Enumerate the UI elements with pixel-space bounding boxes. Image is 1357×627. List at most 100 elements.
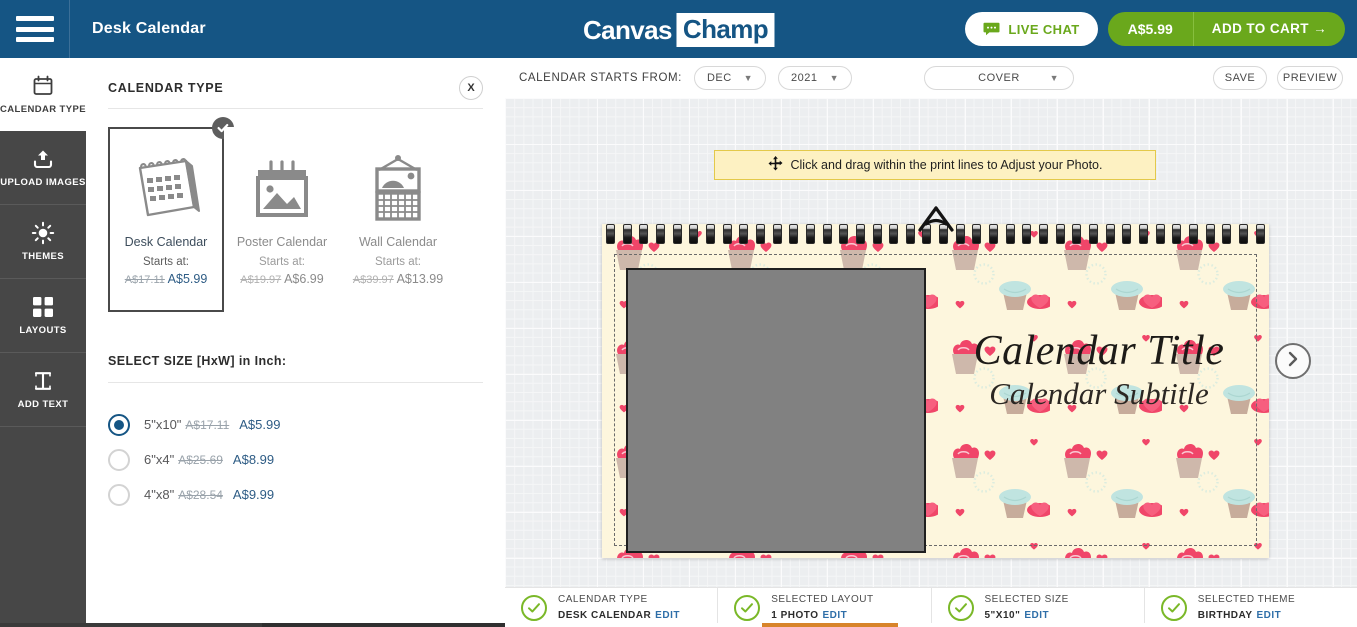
- edit-link[interactable]: EDIT: [1257, 610, 1282, 621]
- sidebar-item-themes[interactable]: THEMES: [0, 205, 86, 279]
- page-title: Desk Calendar: [92, 20, 206, 37]
- check-circle-icon: [947, 594, 974, 621]
- sidebar-item-label: ADD TEXT: [17, 399, 69, 411]
- status-text: CALENDAR TYPE DESK CALENDAR EDIT: [558, 593, 680, 623]
- calendar-text-block[interactable]: Calendar Title Calendar Subtitle: [934, 328, 1264, 412]
- live-chat-button[interactable]: LIVE CHAT: [965, 12, 1098, 46]
- size-old-price: A$25.69: [178, 453, 223, 467]
- status-key: CALENDAR TYPE: [558, 593, 648, 605]
- sun-theme-icon: [30, 220, 56, 246]
- calendar-hanger-icon: [908, 206, 964, 232]
- status-text: SELECTED LAYOUT 1 PHOTO EDIT: [771, 593, 873, 623]
- size-dimension: 4"x8": [144, 487, 175, 502]
- type-starts-label: Starts at:: [142, 256, 190, 268]
- size-option-2[interactable]: 4"x8" A$28.54 A$9.99: [108, 477, 483, 512]
- select-size-heading: SELECT SIZE [HxW] in Inch:: [108, 354, 287, 368]
- year-select[interactable]: 2021 ▼: [777, 66, 852, 90]
- app-header: Desk Calendar Canvas Champ LIVE CHAT A$5…: [0, 0, 1357, 58]
- type-price-row: A$17.11 A$5.99: [125, 272, 208, 286]
- calendar-type-option-wall[interactable]: Wall Calendar Starts at: A$39.97 A$13.99: [340, 127, 456, 312]
- type-price: A$5.99: [167, 272, 208, 286]
- type-starts-label: Starts at:: [258, 256, 306, 268]
- page-select[interactable]: COVER ▼: [923, 66, 1074, 90]
- type-price-row: A$19.97 A$6.99: [240, 272, 323, 286]
- wall-calendar-icon: [366, 147, 430, 221]
- status-key: SELECTED THEME: [1197, 593, 1296, 605]
- status-bar: CALENDAR TYPE DESK CALENDAR EDIT SELECTED…: [505, 587, 1357, 627]
- stage-toolbar-actions: SAVE PREVIEW: [1213, 66, 1343, 90]
- preview-button[interactable]: PREVIEW: [1277, 66, 1343, 90]
- size-option-1[interactable]: 6"x4" A$25.69 A$8.99: [108, 442, 483, 477]
- sidebar-item-add-text[interactable]: ADD TEXT: [0, 353, 86, 427]
- brand-logo[interactable]: Canvas Champ: [582, 13, 775, 47]
- size-option-label: 6"x4" A$25.69 A$8.99: [144, 452, 274, 467]
- status-text: SELECTED THEME BIRTHDAY EDIT: [1198, 593, 1295, 623]
- status-value-row: DESK CALENDAR EDIT: [558, 609, 680, 623]
- calendar-subtitle-text[interactable]: Calendar Subtitle: [934, 376, 1264, 412]
- progress-segment-light: [505, 623, 762, 627]
- logo-text-champ: Champ: [676, 13, 775, 47]
- status-item-calendar-type[interactable]: CALENDAR TYPE DESK CALENDAR EDIT: [505, 588, 719, 627]
- next-page-button[interactable]: [1275, 343, 1311, 379]
- type-old-price: A$19.97: [240, 274, 282, 286]
- calendar-type-option-desk[interactable]: Desk Calendar Starts at: A$17.11 A$5.99: [108, 117, 234, 312]
- sidebar-item-label: UPLOAD IMAGES: [0, 177, 86, 189]
- month-select[interactable]: DEC ▼: [693, 66, 766, 90]
- status-value: 1 PHOTO: [771, 609, 819, 621]
- edit-link[interactable]: EDIT: [1024, 610, 1049, 621]
- divider: [108, 382, 483, 383]
- size-price: A$9.99: [232, 487, 275, 502]
- status-item-selected-theme[interactable]: SELECTED THEME BIRTHDAY EDIT: [1145, 588, 1357, 627]
- size-price: A$8.99: [232, 452, 275, 467]
- hamburger-menu-icon: [15, 16, 54, 42]
- save-button[interactable]: SAVE: [1213, 66, 1267, 90]
- hamburger-menu-button[interactable]: [0, 0, 70, 58]
- calendar-type-option-poster[interactable]: Poster Calendar Starts at: A$19.97 A$6.9…: [224, 127, 340, 312]
- sidebar-item-calendar-type[interactable]: CALENDAR TYPE: [0, 58, 86, 131]
- calendar-type-options: Desk Calendar Starts at: A$17.11 A$5.99: [108, 117, 483, 312]
- desk-calendar-icon: [129, 147, 203, 221]
- progress-segment-light-2: [898, 623, 1357, 627]
- page-value: COVER: [978, 72, 1020, 84]
- text-tool-icon: [30, 368, 56, 394]
- close-panel-button[interactable]: X: [459, 76, 483, 100]
- check-circle-icon: [521, 594, 547, 621]
- status-item-selected-size[interactable]: SELECTED SIZE 5"X10" EDIT: [932, 588, 1145, 627]
- bottom-progress-strip: [0, 623, 1357, 627]
- sidebar-item-label: THEMES: [22, 251, 64, 263]
- calendar-designer-app: Desk Calendar Canvas Champ LIVE CHAT A$5…: [0, 0, 1357, 627]
- design-canvas[interactable]: Click and drag within the print lines to…: [505, 98, 1357, 587]
- year-value: 2021: [790, 72, 818, 84]
- size-old-price: A$17.11: [185, 418, 230, 432]
- status-value-row: BIRTHDAY EDIT: [1198, 609, 1295, 623]
- sidebar-item-upload-images[interactable]: UPLOAD IMAGES: [0, 131, 86, 205]
- poster-calendar-icon: [251, 147, 313, 221]
- calendar-product-preview[interactable]: Calendar Title Calendar Subtitle: [602, 206, 1269, 558]
- calendar-title-text[interactable]: Calendar Title: [934, 328, 1264, 374]
- cart-group[interactable]: A$5.99 ADD TO CART →: [1107, 12, 1345, 46]
- chevron-down-icon: ▼: [829, 73, 839, 83]
- status-item-selected-layout[interactable]: SELECTED LAYOUT 1 PHOTO EDIT: [718, 588, 932, 627]
- check-circle-icon: [1160, 594, 1187, 621]
- sidebar-item-label: CALENDAR TYPE: [0, 104, 86, 116]
- radio-icon[interactable]: [108, 448, 130, 471]
- edit-link[interactable]: EDIT: [655, 610, 680, 621]
- cart-price: A$5.99: [1108, 12, 1194, 46]
- photo-placeholder[interactable]: [626, 268, 926, 553]
- type-price: A$6.99: [284, 272, 324, 286]
- edit-link[interactable]: EDIT: [822, 610, 847, 621]
- radio-icon[interactable]: [108, 413, 130, 436]
- type-name: Wall Calendar: [358, 235, 438, 249]
- add-to-cart-button[interactable]: ADD TO CART →: [1194, 12, 1345, 46]
- type-old-price: A$17.11: [124, 274, 165, 286]
- size-option-0[interactable]: 5"x10" A$17.11 A$5.99: [108, 407, 483, 442]
- sidebar-item-layouts[interactable]: LAYOUTS: [0, 279, 86, 353]
- logo-text-canvas: Canvas: [582, 14, 673, 45]
- status-text: SELECTED SIZE 5"X10" EDIT: [985, 593, 1069, 623]
- chat-bubble-icon: [983, 22, 1000, 36]
- radio-icon[interactable]: [108, 483, 130, 506]
- sidebar-item-label: LAYOUTS: [19, 325, 67, 337]
- stage-toolbar: CALENDAR STARTS FROM: DEC ▼ 2021 ▼ COVER…: [505, 58, 1357, 98]
- panel-header: CALENDAR TYPE X: [108, 68, 483, 108]
- size-dimension: 5"x10": [144, 417, 182, 432]
